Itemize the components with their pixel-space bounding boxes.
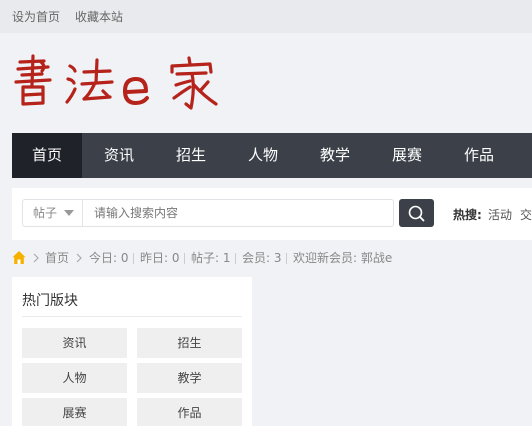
top-bar: 设为首页 收藏本站: [0, 0, 532, 33]
nav-item-works[interactable]: 作品: [448, 133, 510, 178]
board-button-enrollment[interactable]: 招生: [137, 328, 242, 358]
nav-item-enrollment[interactable]: 招生: [160, 133, 222, 178]
chevron-right-icon: [76, 253, 82, 263]
divider: [235, 253, 236, 264]
logo-calligraphy: [14, 54, 218, 110]
divider: [22, 316, 242, 317]
nav-item-home[interactable]: 首页: [12, 133, 82, 178]
nav-item-exhibition[interactable]: 展赛: [376, 133, 438, 178]
search-box: 帖子: [22, 199, 394, 227]
board-button-news[interactable]: 资讯: [22, 328, 127, 358]
board-button-exhibition[interactable]: 展赛: [22, 398, 127, 426]
search-input[interactable]: [84, 200, 392, 226]
hot-search-label: 热搜:: [453, 208, 482, 222]
nav-item-news[interactable]: 资讯: [88, 133, 150, 178]
divider: [286, 253, 287, 264]
search-bar: 帖子 热搜: 活动 交: [12, 188, 532, 240]
stat-today: 今日: 0: [89, 251, 129, 265]
chevron-right-icon: [33, 253, 39, 263]
stat-members: 会员: 3: [242, 251, 282, 265]
chevron-down-icon: [64, 210, 74, 216]
nav-item-people[interactable]: 人物: [232, 133, 294, 178]
hot-boards-panel: 热门版块 资讯 招生 人物 教学 展赛 作品: [12, 277, 252, 426]
search-type-select[interactable]: 帖子: [23, 200, 83, 226]
board-button-people[interactable]: 人物: [22, 363, 127, 393]
board-button-teaching[interactable]: 教学: [137, 363, 242, 393]
stat-new-member: 欢迎新会员: 郭战e: [293, 251, 393, 265]
search-button[interactable]: [399, 199, 434, 227]
main-nav: 首页 资讯 招生 人物 教学 展赛 作品: [12, 133, 532, 178]
search-icon: [408, 205, 425, 222]
breadcrumb-home[interactable]: 首页: [45, 250, 69, 266]
set-home-link[interactable]: 设为首页: [12, 8, 60, 25]
stat-posts: 帖子: 1: [191, 251, 231, 265]
site-logo[interactable]: [14, 52, 224, 114]
hot-search-item[interactable]: 活动: [488, 206, 512, 223]
nav-item-teaching[interactable]: 教学: [304, 133, 366, 178]
board-button-works[interactable]: 作品: [137, 398, 242, 426]
hot-search-item[interactable]: 交: [520, 206, 532, 223]
home-icon[interactable]: [12, 250, 26, 265]
panel-title: 热门版块: [22, 293, 78, 309]
divider: [184, 253, 185, 264]
stat-yesterday: 昨日: 0: [140, 251, 180, 265]
search-type-label: 帖子: [33, 206, 58, 220]
bookmark-link[interactable]: 收藏本站: [75, 8, 123, 25]
divider: [133, 253, 134, 264]
